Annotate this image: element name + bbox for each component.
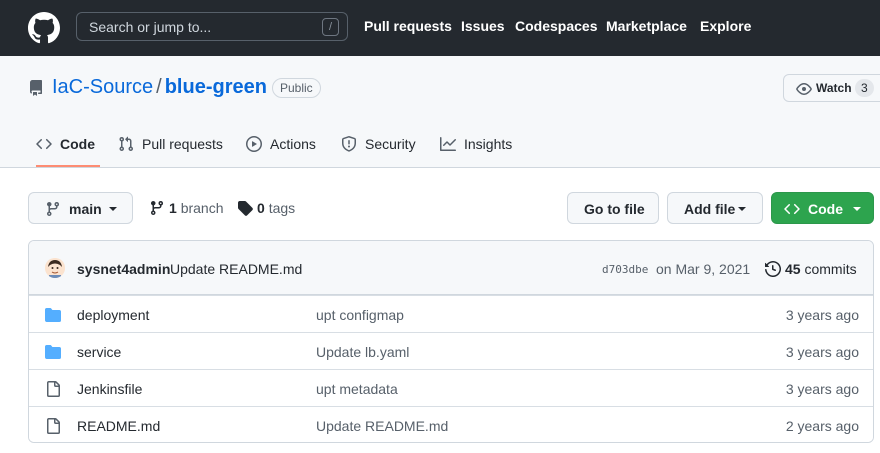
global-header: Search or jump to... / Pull requests Iss… (0, 0, 880, 56)
play-icon (246, 136, 262, 152)
watch-label: Watch (816, 81, 852, 95)
repo-header: IaC-Source / blue-green Public Watch 3 Cod… (0, 56, 880, 168)
folder-icon (45, 345, 61, 359)
repo-name-link[interactable]: blue-green (165, 76, 267, 98)
file-icon (47, 418, 60, 434)
chevron-down-icon (109, 207, 117, 211)
file-name[interactable]: service (77, 344, 121, 360)
history-icon (765, 261, 781, 277)
tab-actions-label: Actions (270, 136, 316, 152)
search-placeholder: Search or jump to... (89, 19, 212, 35)
code-download-button[interactable]: Code (771, 192, 874, 224)
file-age: 3 years ago (785, 307, 859, 323)
chevron-down-icon (853, 207, 861, 211)
code-icon (784, 203, 800, 215)
latest-commit-bar: sysnet4admin Update README.md d703dbe on… (29, 241, 873, 295)
commit-message[interactable]: Update README.md (170, 261, 302, 277)
pull-request-icon (119, 136, 134, 152)
nav-pull-requests[interactable]: Pull requests (364, 18, 452, 34)
branch-select-button[interactable]: main (28, 192, 133, 224)
file-browser: sysnet4admin Update README.md d703dbe on… (28, 240, 874, 443)
watch-count: 3 (855, 79, 874, 97)
github-logo-icon[interactable] (28, 12, 60, 44)
folder-icon (45, 308, 61, 322)
file-age: 3 years ago (785, 344, 859, 360)
tab-pull-requests-label: Pull requests (142, 136, 223, 152)
code-icon (36, 138, 52, 150)
commit-author[interactable]: sysnet4admin (77, 261, 170, 277)
tab-code[interactable]: Code (36, 127, 100, 167)
file-name[interactable]: deployment (77, 307, 149, 323)
file-row[interactable]: service Update lb.yaml 3 years ago (29, 332, 873, 369)
graph-icon (440, 137, 456, 151)
avatar[interactable] (45, 258, 65, 278)
file-row[interactable]: README.md Update README.md 2 years ago (29, 406, 873, 442)
commits-count: 45 (785, 261, 801, 277)
nav-issues[interactable]: Issues (461, 18, 505, 34)
visibility-badge: Public (272, 78, 321, 98)
branches-count: 1 (169, 200, 177, 216)
add-file-label: Add file (684, 201, 736, 217)
nav-marketplace[interactable]: Marketplace (606, 18, 687, 34)
repo-icon (29, 80, 42, 96)
commit-sha[interactable]: d703dbe (602, 263, 648, 276)
tags-label: tags (268, 200, 296, 216)
code-button-label: Code (808, 201, 843, 217)
file-name[interactable]: Jenkinsfile (77, 381, 142, 397)
commits-link[interactable]: 45 commits (785, 261, 857, 277)
tag-icon (238, 201, 253, 216)
nav-explore[interactable]: Explore (700, 18, 751, 34)
repo-breadcrumb: IaC-Source / blue-green (52, 76, 267, 99)
go-to-file-label: Go to file (584, 201, 645, 217)
nav-codespaces[interactable]: Codespaces (515, 18, 597, 34)
file-icon (47, 381, 60, 397)
file-age: 2 years ago (785, 418, 859, 434)
watch-button[interactable]: Watch 3 (783, 74, 880, 102)
repo-owner-link[interactable]: IaC-Source (52, 76, 153, 98)
eye-icon (796, 83, 812, 95)
tab-pull-requests[interactable]: Pull requests (118, 127, 228, 167)
shield-icon (342, 136, 356, 152)
file-age: 3 years ago (785, 381, 859, 397)
file-row[interactable]: deployment upt configmap 3 years ago (29, 295, 873, 332)
file-commit-message[interactable]: upt metadata (316, 381, 398, 397)
git-branch-icon (46, 202, 59, 217)
chevron-down-icon (738, 207, 746, 211)
branch-name: main (69, 201, 102, 217)
branches-label: branch (180, 200, 224, 216)
tab-insights-label: Insights (464, 136, 513, 152)
repo-separator: / (156, 76, 162, 98)
tab-actions[interactable]: Actions (246, 127, 322, 167)
tab-code-label: Code (60, 136, 95, 152)
commits-label: commits (804, 261, 857, 277)
file-commit-message[interactable]: Update lb.yaml (316, 344, 409, 360)
file-commit-message[interactable]: upt configmap (316, 307, 404, 323)
tab-security-label: Security (365, 136, 416, 152)
slash-shortcut-hint: / (322, 18, 339, 36)
avatar-image (45, 258, 65, 278)
tab-insights[interactable]: Insights (440, 127, 518, 167)
commit-date: on Mar 9, 2021 (656, 261, 751, 277)
file-row[interactable]: Jenkinsfile upt metadata 3 years ago (29, 369, 873, 406)
tab-security[interactable]: Security (341, 127, 421, 167)
tags-count: 0 (257, 200, 265, 216)
add-file-button[interactable]: Add file (667, 192, 763, 224)
file-name[interactable]: README.md (77, 418, 160, 434)
search-input[interactable]: Search or jump to... / (76, 12, 348, 41)
git-branch-icon (150, 201, 163, 216)
file-commit-message[interactable]: Update README.md (316, 418, 448, 434)
go-to-file-button[interactable]: Go to file (567, 192, 659, 224)
